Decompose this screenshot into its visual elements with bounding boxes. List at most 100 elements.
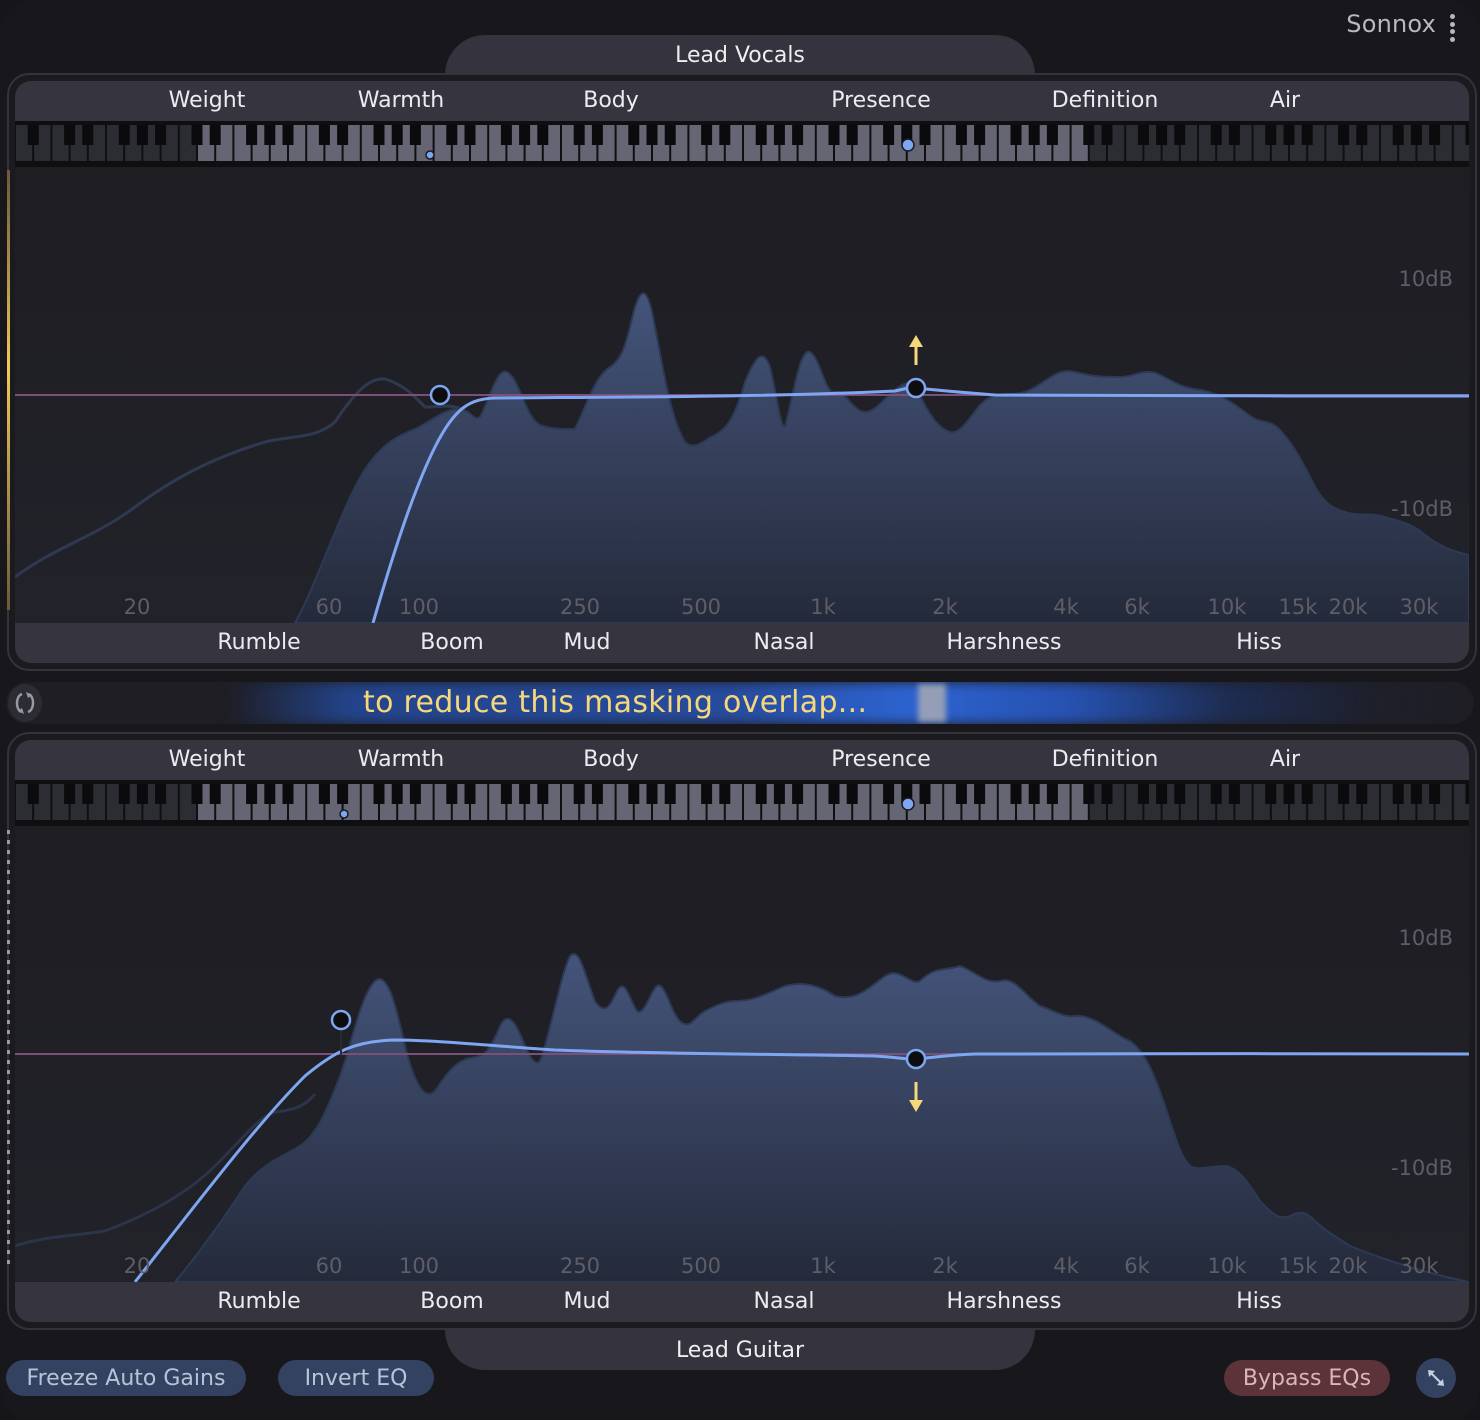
band-label[interactable]: Hiss — [1236, 623, 1282, 663]
black-key — [464, 784, 476, 804]
band-label[interactable]: Warmth — [358, 740, 445, 780]
freq-label: 1k — [810, 1254, 836, 1278]
band-label[interactable]: Mud — [564, 1282, 611, 1322]
black-key — [1101, 784, 1113, 804]
band-label[interactable]: Rumble — [217, 623, 300, 663]
band-label[interactable]: Harshness — [947, 1282, 1062, 1322]
black-key — [1265, 784, 1277, 804]
black-key — [373, 125, 385, 145]
band-label[interactable]: Presence — [831, 81, 931, 121]
black-key — [664, 784, 676, 804]
black-key — [318, 784, 330, 804]
band-label[interactable]: Rumble — [217, 1282, 300, 1322]
black-key — [1301, 125, 1313, 145]
black-key — [1083, 784, 1095, 804]
track-name: Lead Vocals — [675, 42, 805, 68]
freq-label: 250 — [559, 1254, 601, 1278]
invert-eq-button[interactable]: Invert EQ — [278, 1360, 434, 1396]
black-key — [1046, 125, 1058, 145]
black-key — [464, 125, 476, 145]
band-label[interactable]: Weight — [169, 740, 246, 780]
black-key — [1101, 125, 1113, 145]
band-label[interactable]: Air — [1270, 740, 1300, 780]
black-key — [337, 125, 349, 145]
band-label[interactable]: Body — [583, 740, 639, 780]
freeze-auto-gains-button[interactable]: Freeze Auto Gains — [6, 1360, 246, 1396]
black-key — [919, 125, 931, 145]
band-label[interactable]: Air — [1270, 81, 1300, 121]
band-label[interactable]: Warmth — [358, 81, 445, 121]
eq-graph[interactable]: 10dB -10dB 20 60 100 250 500 1k 2k 4k 6k… — [15, 826, 1469, 1282]
band-label[interactable]: Body — [583, 81, 639, 121]
black-key — [828, 784, 840, 804]
black-key — [282, 125, 294, 145]
black-key — [1174, 784, 1186, 804]
band-label[interactable]: Presence — [831, 740, 931, 780]
black-key — [573, 125, 585, 145]
track-tab-bottom[interactable]: Lead Guitar — [445, 1330, 1035, 1370]
freq-label: 500 — [680, 1254, 722, 1278]
eq-graph[interactable]: 10dB -10dB 20 60 100 250 500 1k 2k 4k 6k… — [15, 167, 1469, 623]
black-key — [209, 125, 221, 145]
black-key — [1228, 125, 1240, 145]
black-key — [1392, 784, 1404, 804]
piano-keyboard[interactable] — [15, 121, 1469, 167]
black-key — [846, 784, 858, 804]
eq-node-bell — [905, 1048, 927, 1070]
black-key — [701, 125, 713, 145]
expand-button[interactable] — [1416, 1358, 1456, 1398]
band-label[interactable]: Boom — [420, 623, 483, 663]
freq-label: 10k — [1207, 1254, 1247, 1278]
black-key — [1283, 784, 1295, 804]
black-key — [1174, 125, 1186, 145]
key-marker — [901, 138, 915, 152]
problem-bands-top: Rumble Boom Mud Nasal Harshness Hiss — [15, 623, 1469, 663]
black-key — [955, 784, 967, 804]
black-key — [1410, 784, 1422, 804]
black-key — [591, 784, 603, 804]
band-label[interactable]: Weight — [169, 81, 246, 121]
track-name: Lead Guitar — [675, 1337, 805, 1363]
black-key — [974, 125, 986, 145]
band-label[interactable]: Nasal — [754, 623, 815, 663]
black-key — [373, 784, 385, 804]
band-label[interactable]: Hiss — [1236, 1282, 1282, 1322]
black-key — [191, 125, 203, 145]
expand-arrows-icon — [1428, 1370, 1444, 1386]
vertical-dots-icon[interactable] — [1450, 14, 1456, 42]
piano-keyboard[interactable] — [15, 780, 1469, 826]
black-key — [1028, 784, 1040, 804]
masking-overlap-bar: to reduce this masking overlap... — [6, 682, 1474, 724]
black-key — [1010, 125, 1022, 145]
black-key — [264, 125, 276, 145]
band-label[interactable]: Mud — [564, 623, 611, 663]
swap-tracks-button[interactable] — [8, 684, 42, 722]
band-label[interactable]: Definition — [1052, 740, 1159, 780]
db-label: 10dB — [1398, 926, 1453, 950]
black-key — [118, 125, 130, 145]
track-tab-top[interactable]: Lead Vocals — [445, 35, 1035, 75]
track-spectrum — [293, 292, 1469, 623]
band-label[interactable]: Nasal — [754, 1282, 815, 1322]
level-strip-top — [7, 170, 10, 610]
black-key — [573, 784, 585, 804]
key-marker — [339, 809, 349, 819]
cycle-arrows-icon — [15, 692, 35, 714]
bypass-eqs-button[interactable]: Bypass EQs — [1224, 1360, 1390, 1396]
black-key — [628, 125, 640, 145]
black-key — [1338, 784, 1350, 804]
black-key — [719, 784, 731, 804]
black-key — [883, 784, 895, 804]
band-label[interactable]: Harshness — [947, 623, 1062, 663]
black-key — [1338, 125, 1350, 145]
band-label[interactable]: Boom — [420, 1282, 483, 1322]
freq-label: 100 — [398, 595, 440, 619]
black-key — [628, 784, 640, 804]
band-label[interactable]: Definition — [1052, 81, 1159, 121]
black-key — [792, 784, 804, 804]
freq-label: 60 — [315, 595, 343, 619]
black-key — [646, 125, 658, 145]
black-key — [500, 784, 512, 804]
freq-label: 30k — [1399, 1254, 1439, 1278]
black-key — [246, 125, 258, 145]
